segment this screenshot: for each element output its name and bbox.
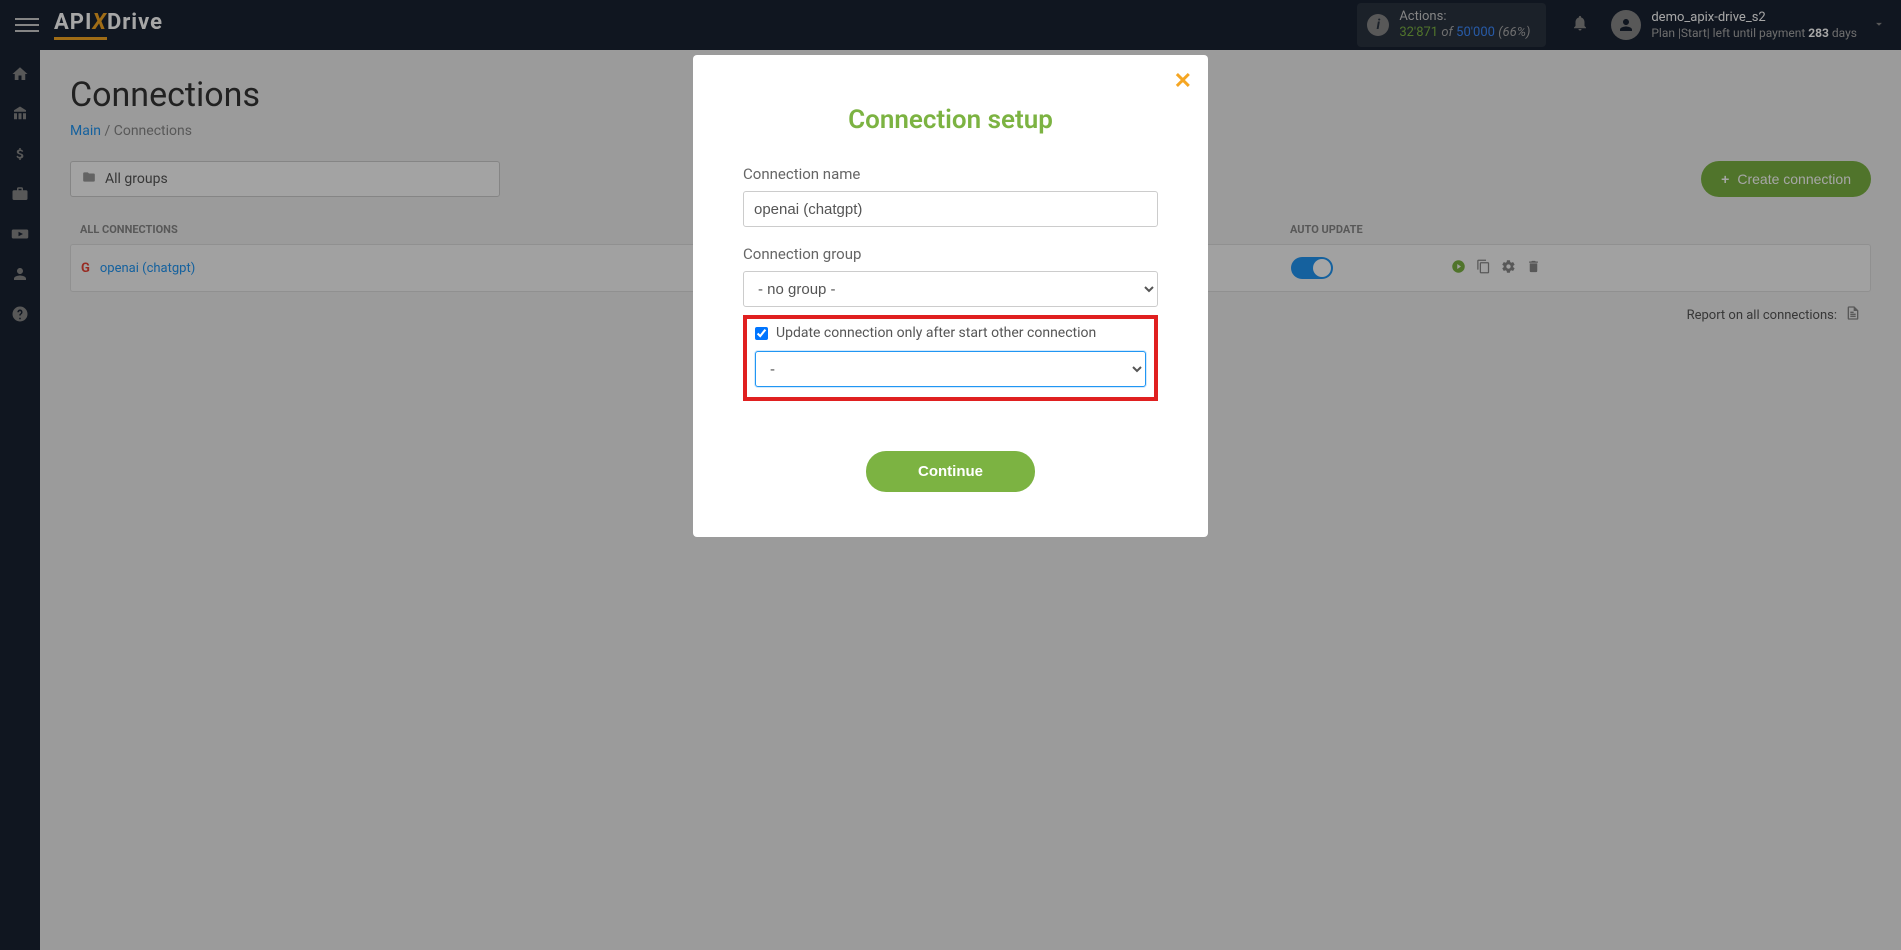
dependency-checkbox-label: Update connection only after start other… [776,325,1096,341]
close-icon[interactable]: ✕ [1174,69,1192,94]
dependency-select[interactable]: - [755,351,1146,387]
dependency-highlight: Update connection only after start other… [743,315,1158,401]
connection-group-select[interactable]: - no group - [743,271,1158,307]
group-label: Connection group [743,245,1158,263]
modal-title: Connection setup [743,105,1158,135]
continue-button[interactable]: Continue [866,451,1035,492]
connection-name-input[interactable] [743,191,1158,227]
dependency-checkbox[interactable] [755,327,768,340]
name-label: Connection name [743,165,1158,183]
connection-setup-modal: ✕ Connection setup Connection name Conne… [693,55,1208,537]
modal-overlay: ✕ Connection setup Connection name Conne… [0,0,1901,950]
